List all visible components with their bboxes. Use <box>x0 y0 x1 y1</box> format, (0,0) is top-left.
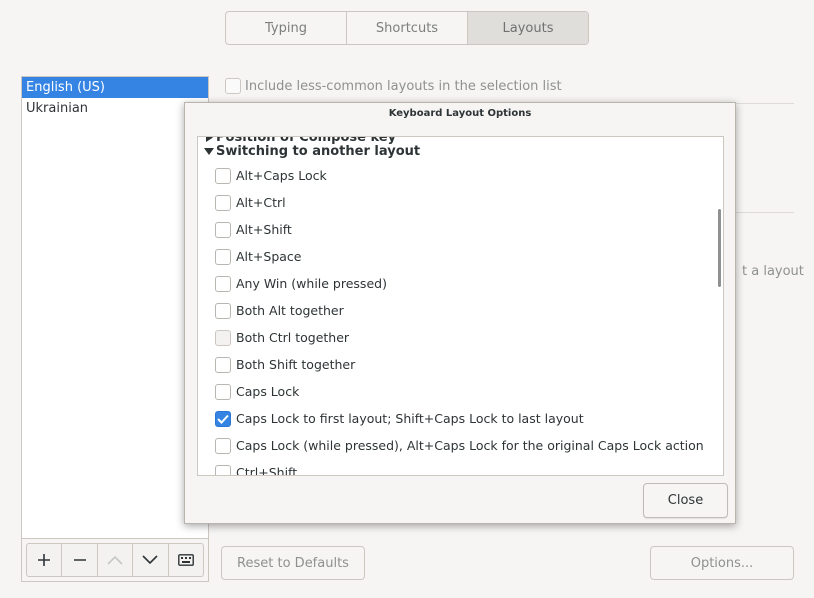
reset-to-defaults-button[interactable]: Reset to Defaults <box>221 546 365 580</box>
expand-arrow-icon <box>202 137 216 142</box>
include-less-common-checkbox[interactable] <box>225 78 241 94</box>
option-label: Alt+Shift <box>236 222 292 237</box>
down-arrow-icon <box>142 555 158 565</box>
option-checkbox[interactable] <box>215 383 231 400</box>
checkmark-icon <box>217 414 229 424</box>
option-row[interactable]: Both Alt together <box>215 297 723 324</box>
option-label: Any Win (while pressed) <box>236 276 387 291</box>
option-checkbox[interactable] <box>215 356 231 373</box>
option-row[interactable]: Alt+Caps Lock <box>215 162 723 189</box>
option-row[interactable]: Any Win (while pressed) <box>215 270 723 297</box>
dialog-title: Keyboard Layout Options <box>388 108 532 119</box>
option-checkbox[interactable] <box>215 302 231 319</box>
option-checkbox[interactable] <box>215 464 231 475</box>
option-checkbox[interactable] <box>215 248 231 265</box>
options-button[interactable]: Options... <box>650 546 794 580</box>
option-checkbox[interactable] <box>215 329 231 346</box>
include-less-common-toggle[interactable]: Include less-common layouts in the selec… <box>225 78 562 94</box>
collapse-arrow-icon <box>202 147 216 155</box>
option-label: Alt+Ctrl <box>236 195 286 210</box>
close-button[interactable]: Close <box>643 483 728 518</box>
option-label: Ctrl+Shift <box>236 465 298 476</box>
option-label: Both Shift together <box>236 357 356 372</box>
option-row[interactable]: Caps Lock <box>215 378 723 405</box>
tab-shortcuts[interactable]: Shortcuts <box>347 12 468 44</box>
option-row[interactable]: Caps Lock to first layout; Shift+Caps Lo… <box>215 405 723 432</box>
divider <box>734 103 794 104</box>
scrollbar[interactable] <box>718 209 721 287</box>
option-row[interactable]: Caps Lock (while pressed), Alt+Caps Lock… <box>215 432 723 459</box>
tab-typing[interactable]: Typing <box>226 12 347 44</box>
partial-hidden-label: t a layout <box>742 264 804 279</box>
add-layout-button[interactable] <box>27 544 63 576</box>
keyboard-icon <box>177 554 194 566</box>
option-checkbox[interactable] <box>215 437 231 454</box>
list-item-ukrainian[interactable]: Ukrainian <box>22 98 208 119</box>
list-item-english-us[interactable]: English (US) <box>22 77 208 98</box>
option-label: Caps Lock (while pressed), Alt+Caps Lock… <box>236 438 704 453</box>
option-checkbox[interactable] <box>215 221 231 238</box>
include-less-common-label: Include less-common layouts in the selec… <box>245 78 562 94</box>
options-tree: Position of Compose key Switching to ano… <box>197 136 724 476</box>
plus-icon <box>38 554 51 566</box>
input-source-list: English (US) Ukrainian <box>21 76 209 539</box>
option-label: Both Ctrl together <box>236 330 350 345</box>
option-label: Alt+Caps Lock <box>236 168 327 183</box>
option-checkbox[interactable] <box>215 194 231 211</box>
tab-bar: Typing Shortcuts Layouts <box>225 11 589 45</box>
option-row[interactable]: Both Ctrl together <box>215 324 723 351</box>
option-row[interactable]: Alt+Space <box>215 243 723 270</box>
option-label: Caps Lock <box>236 384 300 399</box>
option-checkbox[interactable] <box>215 167 231 184</box>
move-up-button[interactable] <box>98 544 134 576</box>
keyboard-layout-options-dialog: Keyboard Layout Options Position of Comp… <box>184 102 736 524</box>
tree-group-expanded[interactable]: Switching to another layout <box>198 142 723 160</box>
show-keyboard-layout-button[interactable] <box>169 544 203 576</box>
divider <box>734 212 794 213</box>
up-arrow-icon <box>107 555 123 565</box>
option-row[interactable]: Alt+Shift <box>215 216 723 243</box>
option-checkbox-checked[interactable] <box>215 410 231 427</box>
option-row[interactable]: Both Shift together <box>215 351 723 378</box>
minus-icon <box>73 559 86 561</box>
list-toolbar <box>21 539 209 582</box>
option-label: Alt+Space <box>236 249 302 264</box>
move-down-button[interactable] <box>133 544 169 576</box>
option-checkbox[interactable] <box>215 275 231 292</box>
option-row[interactable]: Alt+Ctrl <box>215 189 723 216</box>
option-row[interactable]: Ctrl+Shift <box>215 459 723 476</box>
remove-layout-button[interactable] <box>62 544 98 576</box>
option-label: Both Alt together <box>236 303 344 318</box>
tab-layouts[interactable]: Layouts <box>468 12 588 44</box>
option-label: Caps Lock to first layout; Shift+Caps Lo… <box>236 411 584 426</box>
tree-group-label: Switching to another layout <box>216 143 421 159</box>
